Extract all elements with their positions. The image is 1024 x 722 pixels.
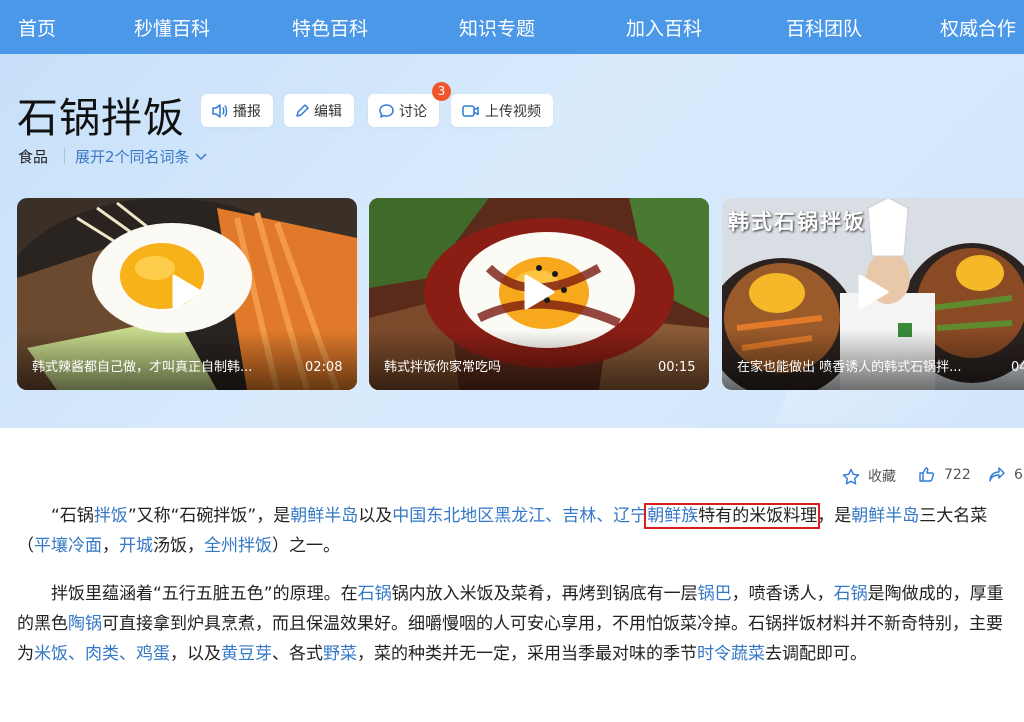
text: ，: [102, 536, 119, 556]
text: ，喷香诱人，: [731, 584, 834, 604]
text: 、: [545, 506, 563, 526]
text: ）之一。: [272, 536, 340, 556]
top-nav: 首页 秒懂百科 特色百科 知识专题 加入百科 百科团队 权威合作: [0, 0, 1024, 54]
upload-video-label: 上传视频: [485, 103, 541, 120]
video-caption: 韩式辣酱都自己做，才叫真正自制韩...: [32, 360, 253, 375]
text: 、: [596, 506, 614, 526]
video-camera-icon: [462, 104, 479, 117]
link-bibimbap[interactable]: 拌饭: [94, 506, 128, 526]
link-korean-peninsula[interactable]: 朝鲜半岛: [290, 506, 358, 526]
intro-paragraph: “石锅拌饭”又称“石碗拌饭”，是朝鲜半岛以及中国东北地区黑龙江、吉林、辽宁朝鲜族…: [17, 501, 1007, 561]
chevron-down-icon: [195, 152, 207, 160]
nav-item-partners[interactable]: 权威合作: [940, 14, 1016, 41]
play-icon: [524, 274, 555, 310]
discuss-button[interactable]: 讨论: [368, 94, 439, 127]
category-label: 食品: [18, 148, 49, 166]
link-jilin[interactable]: 吉林: [562, 506, 596, 526]
text: 去调配即可。: [765, 644, 867, 664]
link-northeast-china[interactable]: 中国东北地区: [392, 506, 494, 526]
share-icon: [989, 467, 1005, 482]
text: 汤饭，: [153, 536, 204, 556]
play-icon: [858, 274, 889, 310]
link-wild-vegetables[interactable]: 野菜: [323, 644, 357, 664]
video-duration: 00:15: [658, 360, 696, 375]
link-stone-pot[interactable]: 石锅: [834, 584, 868, 604]
upload-video-button[interactable]: 上传视频: [451, 94, 553, 127]
like-button[interactable]: 722: [918, 466, 971, 483]
nav-item-team[interactable]: 百科团队: [786, 14, 862, 41]
edit-label: 编辑: [314, 103, 342, 120]
favorite-button[interactable]: 收藏: [842, 466, 896, 486]
share-count: 67: [1014, 466, 1024, 483]
link-meat[interactable]: 肉类: [85, 644, 119, 664]
video-card[interactable]: 韩式拌饭你家常吃吗 00:15: [369, 198, 709, 390]
link-seasonal-vegetables[interactable]: 时令蔬菜: [697, 644, 765, 664]
text: 锅内放入米饭及菜肴，再烤到锅底有一层: [391, 584, 698, 604]
link-pyongyang-cold-noodles[interactable]: 平壤冷面: [34, 536, 102, 556]
like-count: 722: [944, 466, 971, 483]
text: 、各式: [272, 644, 323, 664]
video-card[interactable]: 韩式辣酱都自己做，才叫真正自制韩... 02:08: [17, 198, 357, 390]
text: 拌饭里蕴涵着“五行五脏五色”的原理。在: [51, 584, 358, 604]
video-overlay-title: 韩式石锅拌饭: [728, 210, 866, 234]
body-paragraph: 拌饭里蕴涵着“五行五脏五色”的原理。在石锅锅内放入米饭及菜肴，再烤到锅底有一层锅…: [17, 579, 1007, 669]
text: 、: [68, 644, 85, 664]
video-card[interactable]: 韩式石锅拌饭 在家也能做出 喷香诱人的韩式石锅拌... 04:: [722, 198, 1024, 390]
page-title: 石锅拌饭: [17, 94, 185, 142]
link-jeonju-bibimbap[interactable]: 全州拌饭: [204, 536, 272, 556]
text: ”又称“石碗拌饭”，是: [127, 506, 291, 526]
text: “石锅: [51, 506, 94, 526]
link-egg[interactable]: 鸡蛋: [136, 644, 170, 664]
favorite-label: 收藏: [868, 469, 896, 485]
expand-synonyms-link[interactable]: 展开2个同名词条: [75, 146, 207, 167]
text: ，以及: [170, 644, 221, 664]
broadcast-label: 播报: [233, 103, 261, 120]
pencil-icon: [296, 103, 309, 117]
video-duration: 04:: [1011, 360, 1024, 375]
video-duration: 02:08: [305, 360, 343, 375]
text: 、: [119, 644, 136, 664]
link-korean-peninsula[interactable]: 朝鲜半岛: [851, 506, 919, 526]
link-guoba[interactable]: 锅巴: [698, 584, 732, 604]
link-stone-pot[interactable]: 石锅: [358, 584, 392, 604]
divider: [64, 148, 65, 164]
broadcast-button[interactable]: 播报: [201, 94, 273, 127]
text: ，菜的种类并无一定，采用当季最对味的季节: [357, 644, 697, 664]
nav-item-topics[interactable]: 知识专题: [459, 14, 535, 41]
discuss-count-badge: 3: [432, 82, 451, 101]
video-caption: 在家也能做出 喷香诱人的韩式石锅拌...: [737, 360, 962, 375]
nav-item-home[interactable]: 首页: [18, 14, 56, 41]
link-liaoning[interactable]: 辽宁: [613, 506, 647, 526]
link-korean-ethnic[interactable]: 朝鲜族: [647, 506, 698, 526]
link-kaesong[interactable]: 开城: [119, 536, 153, 556]
thumbs-up-icon: [919, 467, 935, 482]
nav-item-join[interactable]: 加入百科: [626, 14, 702, 41]
share-button[interactable]: 67: [988, 466, 1024, 483]
nav-item-special[interactable]: 特色百科: [292, 14, 368, 41]
text: 以及: [358, 506, 393, 526]
link-rice[interactable]: 米饭: [34, 644, 68, 664]
text: ，是: [817, 506, 852, 526]
chat-bubble-icon: [379, 103, 394, 118]
speaker-icon: [212, 103, 228, 118]
highlight-box: 朝鲜族特有的米饭料理: [644, 503, 821, 529]
link-clay-pot[interactable]: 陶锅: [68, 614, 102, 634]
nav-item-miaodong[interactable]: 秒懂百科: [134, 14, 210, 41]
text: 特有的米饭料理: [698, 506, 818, 526]
link-soybean-sprouts[interactable]: 黄豆芽: [221, 644, 272, 664]
link-heilongjiang[interactable]: 黑龙江: [494, 506, 545, 526]
star-icon: [842, 468, 860, 484]
edit-button[interactable]: 编辑: [284, 94, 354, 127]
video-caption: 韩式拌饭你家常吃吗: [384, 360, 502, 375]
play-icon: [172, 274, 203, 310]
discuss-label: 讨论: [399, 103, 427, 120]
expand-synonyms-label: 展开2个同名词条: [75, 148, 190, 166]
